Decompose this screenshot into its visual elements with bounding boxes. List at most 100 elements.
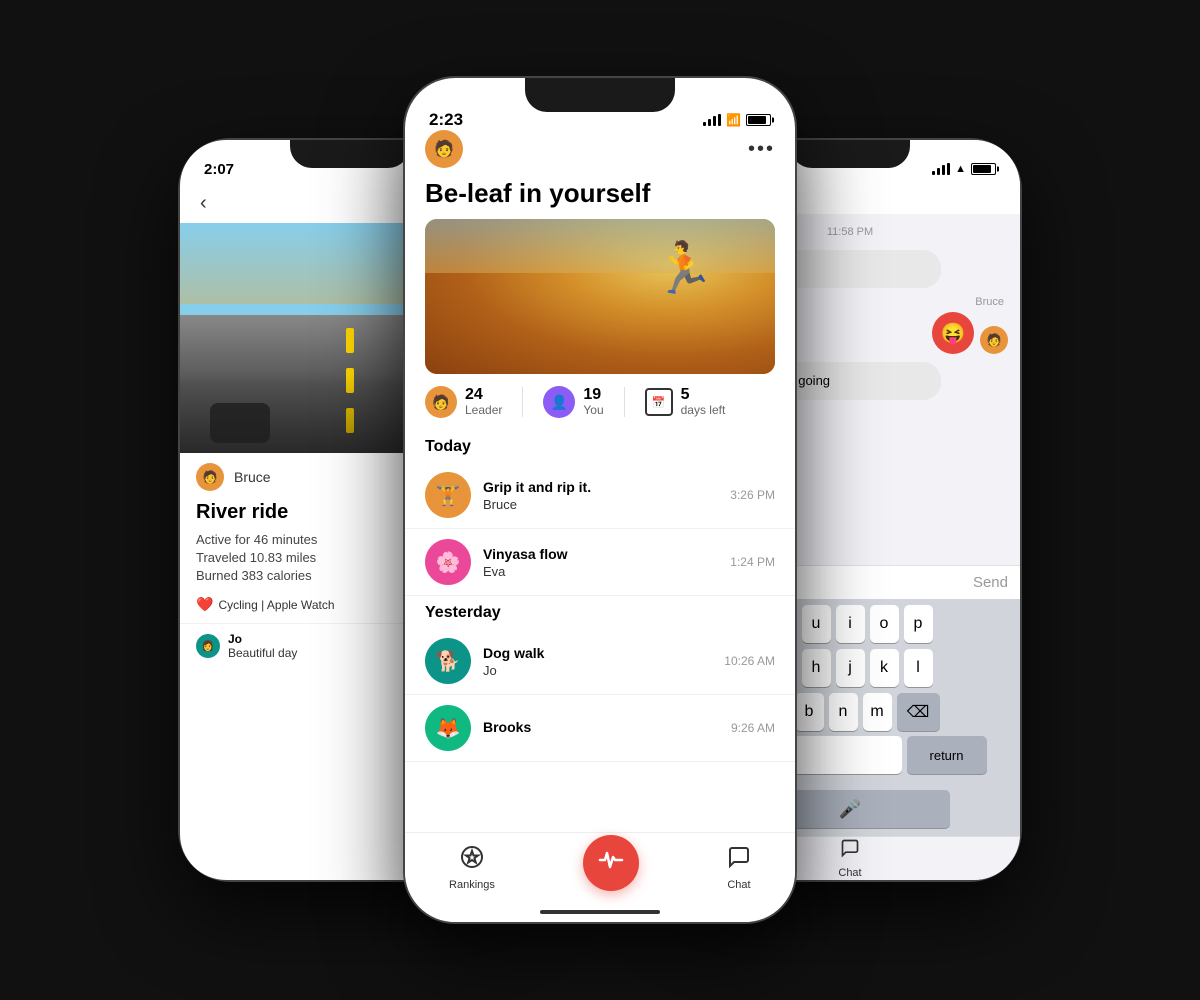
chat-label: Chat (727, 879, 750, 891)
left-comment-avatar: 👩 (196, 634, 220, 658)
right-chat-icon (840, 838, 860, 863)
center-content: 2:23 📶 (405, 78, 795, 922)
center-header: 🧑 ••• (405, 122, 795, 178)
heart-icon: ❤️ (196, 596, 213, 613)
chat-icon (727, 845, 751, 875)
send-button[interactable]: Send (973, 574, 1008, 591)
key-b[interactable]: b (795, 693, 824, 731)
jo-emoji: 🐕 (436, 649, 461, 674)
key-return[interactable]: return (907, 736, 987, 774)
bruce-bubble-row: 😝 🧑 (932, 312, 1008, 354)
center-battery-icon (746, 114, 771, 126)
center-wifi-icon: 📶 (726, 113, 741, 127)
stat-sep-2 (624, 387, 625, 417)
emoji-bubble: 😝 (932, 312, 974, 354)
right-status-icons: ▲ (932, 163, 996, 175)
left-comment-avatar-emoji: 👩 (202, 641, 214, 652)
dune-gradient (425, 219, 775, 374)
right-chat-label: Chat (838, 867, 861, 879)
center-home-indicator (540, 910, 660, 914)
yesterday-header: Yesterday (405, 596, 795, 628)
r-signal-2 (937, 168, 940, 175)
bike-handlebar (210, 403, 270, 443)
stat-you: 👤 19 You (543, 386, 603, 418)
activity-item-brooks[interactable]: 🦊 Brooks 9:26 AM (405, 695, 795, 762)
you-stat-text: 19 You (583, 387, 603, 417)
activity-time-bruce: 3:26 PM (730, 488, 775, 502)
key-h[interactable]: h (802, 649, 831, 687)
center-signal (703, 114, 721, 126)
calendar-icon: 📅 (645, 388, 673, 416)
activity-time-jo: 10:26 AM (724, 654, 775, 668)
phone-center: 2:23 📶 (405, 78, 795, 922)
bruce-msg-avatar: 🧑 (980, 326, 1008, 354)
center-avatar[interactable]: 🧑 (425, 130, 463, 168)
r-signal-3 (942, 165, 945, 175)
bruce-emoji: 🏋️ (436, 483, 461, 508)
you-avatar: 👤 (543, 386, 575, 418)
activity-info-jo: Dog walk Jo (483, 645, 712, 678)
right-battery-icon (971, 163, 996, 175)
challenge-image: 🏃 (425, 219, 775, 374)
activity-name-brooks: Brooks (483, 719, 719, 735)
activity-avatar-brooks: 🦊 (425, 705, 471, 751)
activity-info-brooks: Brooks (483, 719, 719, 737)
leader-stat-text: 24 Leader (465, 387, 502, 417)
message-emoji: 😝 (941, 321, 966, 346)
stat-days: 📅 5 days left (645, 387, 726, 417)
brooks-emoji: 🦊 (436, 716, 461, 741)
menu-dots[interactable]: ••• (748, 138, 775, 161)
key-i[interactable]: i (836, 605, 865, 643)
stat-leader: 🧑 24 Leader (425, 386, 502, 418)
activity-item-eva[interactable]: 🌸 Vinyasa flow Eva 1:24 PM (405, 529, 795, 596)
activity-name-jo: Dog walk (483, 645, 712, 661)
key-p[interactable]: p (904, 605, 933, 643)
right-nav-chat[interactable]: Chat (838, 838, 861, 879)
pulse-icon (598, 847, 624, 879)
center-avatar-img: 🧑 (425, 130, 463, 168)
center-battery-fill (748, 116, 766, 124)
key-j[interactable]: j (836, 649, 865, 687)
runner-figure: 🏃 (653, 239, 715, 298)
activity-time-brooks: 9:26 AM (731, 721, 775, 735)
phones-container: 2:07 ▲ (150, 50, 1050, 950)
today-header: Today (405, 430, 795, 462)
activity-avatar-bruce: 🏋️ (425, 472, 471, 518)
c-signal-4 (718, 114, 721, 126)
left-notch (290, 140, 410, 168)
center-status-icons: 📶 (703, 113, 771, 127)
activity-time-eva: 1:24 PM (730, 555, 775, 569)
activity-avatar-jo: 🐕 (425, 638, 471, 684)
right-signal (932, 163, 950, 175)
activity-item-jo[interactable]: 🐕 Dog walk Jo 10:26 AM (405, 628, 795, 695)
rankings-icon (460, 845, 484, 875)
left-profile-name: Bruce (234, 469, 271, 485)
nav-chat[interactable]: Chat (727, 845, 751, 891)
c-signal-2 (708, 119, 711, 126)
road-line-1 (346, 328, 354, 353)
center-screen: 2:23 📶 (405, 78, 795, 922)
right-notch (790, 140, 910, 168)
activity-person-bruce: Bruce (483, 497, 718, 512)
activity-item-bruce[interactable]: 🏋️ Grip it and rip it. Bruce 3:26 PM (405, 462, 795, 529)
key-n[interactable]: n (829, 693, 858, 731)
r-signal-4 (947, 163, 950, 175)
days-stat-text: 5 days left (681, 387, 726, 417)
key-o[interactable]: o (870, 605, 899, 643)
left-time: 2:07 (204, 161, 234, 178)
left-profile-avatar: 🧑 (196, 463, 224, 491)
center-notch (525, 78, 675, 112)
you-count: 19 (583, 387, 603, 403)
leader-avatar: 🧑 (425, 386, 457, 418)
r-signal-1 (932, 171, 935, 175)
key-m[interactable]: m (863, 693, 892, 731)
leader-count: 24 (465, 387, 502, 403)
key-l[interactable]: l (904, 649, 933, 687)
key-k[interactable]: k (870, 649, 899, 687)
key-backspace[interactable]: ⌫ (897, 693, 940, 731)
key-u[interactable]: u (802, 605, 831, 643)
stats-row: 🧑 24 Leader 👤 19 You (405, 374, 795, 430)
eva-emoji: 🌸 (436, 550, 461, 575)
nav-fab-button[interactable] (583, 835, 639, 891)
nav-rankings[interactable]: Rankings (449, 845, 495, 891)
